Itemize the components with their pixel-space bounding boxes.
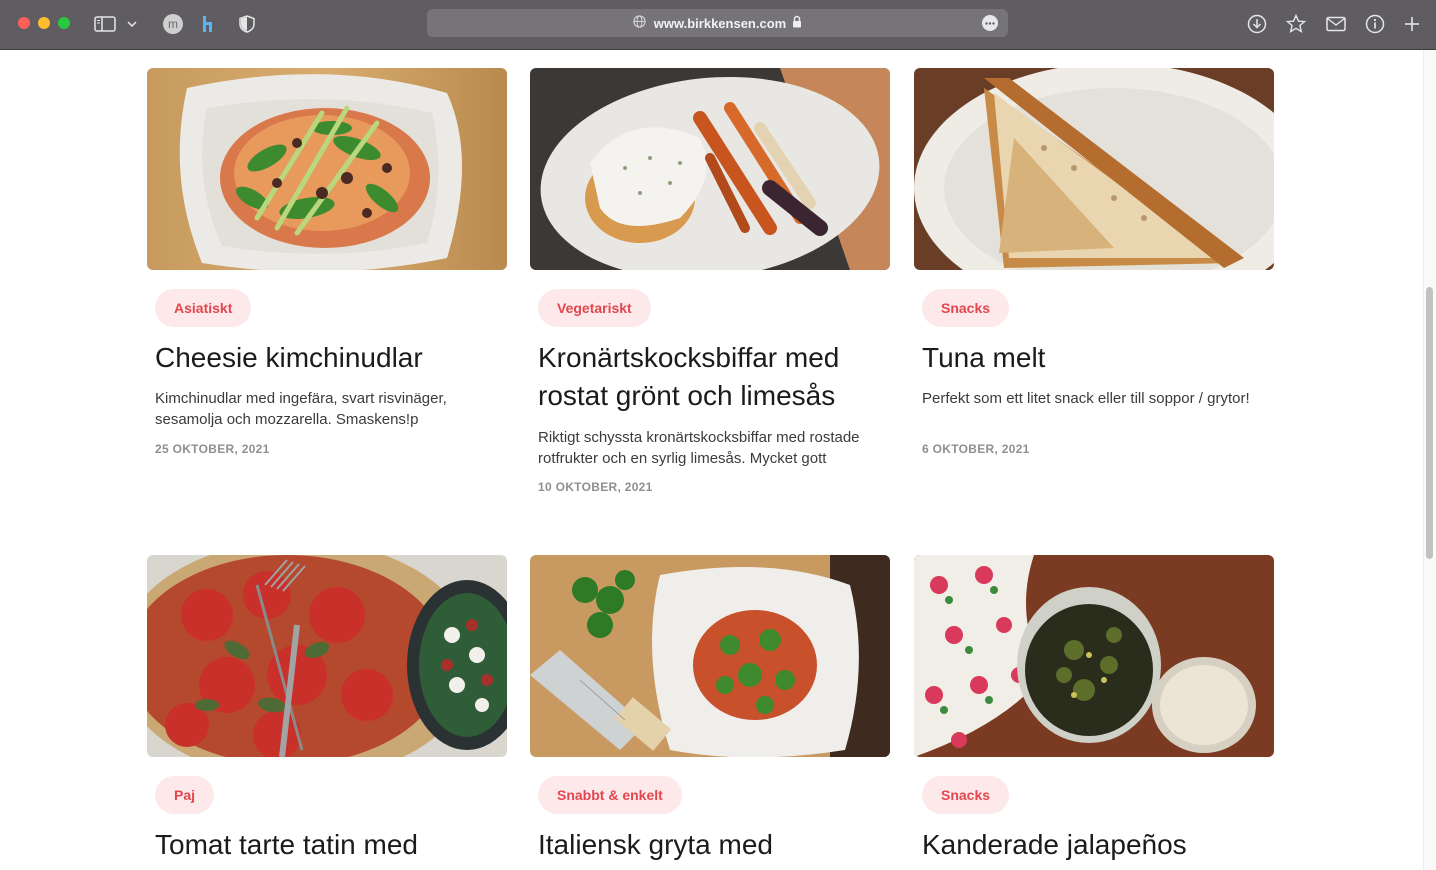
recipe-description: Kimchinudlar med ingefära, svart risvinä… [155,390,447,428]
profile-initial: m [163,14,183,34]
globe-icon [633,15,646,31]
category-badge[interactable]: Snacks [922,289,1010,327]
category-badge[interactable]: Snabbt & enkelt [538,776,682,814]
browser-toolbar: m www.birkkensen.com [0,0,1436,50]
recipe-description: Perfekt som ett litet snack eller till s… [922,390,1250,407]
recipe-card[interactable]: Asiatiskt Cheesie kimchinudlar Kimchinud… [147,68,507,468]
recipe-card[interactable]: Snacks Tuna melt Perfekt som ett litet s… [914,68,1274,468]
profile-avatar-icon[interactable]: m [161,12,185,36]
recipe-image-italian-stew[interactable] [530,555,890,757]
chevron-down-icon[interactable] [122,12,142,36]
mail-icon[interactable] [1324,12,1348,36]
recipe-image-artichoke-patties[interactable] [530,68,890,270]
new-tab-icon[interactable] [1400,12,1424,36]
recipe-image-candied-jalapenos[interactable] [914,555,1274,757]
info-icon[interactable] [1363,12,1387,36]
minimize-window-button[interactable] [38,17,50,29]
recipe-card[interactable]: Snacks Kanderade jalapeños [914,555,1274,870]
recipe-date: 25 OKTOBER, 2021 [155,442,270,456]
recipe-card[interactable]: Vegetariskt Kronärtskocksbiffar med rost… [530,68,890,508]
recipe-image-tuna-melt[interactable] [914,68,1274,270]
address-bar[interactable]: www.birkkensen.com [427,9,1008,37]
category-badge[interactable]: Paj [155,776,215,814]
category-badge[interactable]: Vegetariskt [538,289,651,327]
close-window-button[interactable] [18,17,30,29]
bookmark-star-icon[interactable] [1284,12,1308,36]
recipe-title[interactable]: Tomat tarte tatin med [155,826,495,864]
page-scrollbar-thumb[interactable] [1426,287,1433,559]
recipe-date: 10 OKTOBER, 2021 [538,480,653,494]
more-options-icon[interactable] [982,15,998,31]
recipe-image-noodles[interactable] [147,68,507,270]
recipe-title[interactable]: Italiensk gryta med [538,826,878,864]
recipe-card[interactable]: Paj Tomat tarte tatin med [147,555,507,870]
recipe-image-tomato-tart[interactable] [147,555,507,757]
recipe-title[interactable]: Kronärtskocksbiffar med rostat grönt och… [538,339,878,415]
url-text: www.birkkensen.com [653,15,787,31]
recipe-title[interactable]: Tuna melt [922,339,1262,377]
recipe-date: 6 OKTOBER, 2021 [922,442,1030,456]
download-icon[interactable] [1245,12,1269,36]
recipe-description: Riktigt schyssta kronärtskocksbiffar med… [538,429,860,467]
category-badge[interactable]: Asiatiskt [155,289,252,327]
extension-icon[interactable] [196,12,220,36]
shield-icon[interactable] [235,12,259,36]
zoom-window-button[interactable] [58,17,70,29]
category-badge[interactable]: Snacks [922,776,1010,814]
recipe-title[interactable]: Cheesie kimchinudlar [155,339,495,377]
sidebar-toggle-icon[interactable] [93,12,117,36]
recipe-title[interactable]: Kanderade jalapeños [922,826,1262,864]
lock-icon [792,15,802,31]
recipe-card[interactable]: Snabbt & enkelt Italiensk gryta med [530,555,890,870]
